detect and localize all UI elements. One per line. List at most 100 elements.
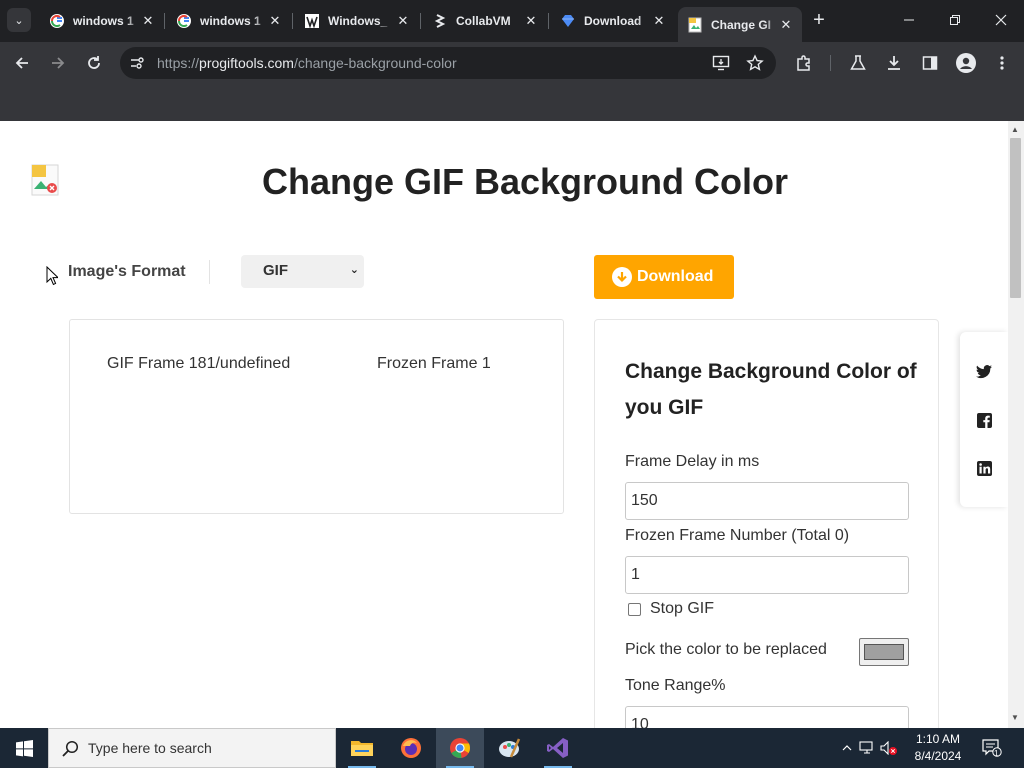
download-button-label: Download xyxy=(637,268,714,285)
download-icon xyxy=(888,56,900,70)
clock-time: 1:10 AM xyxy=(915,732,961,746)
tab-title: CollabVM xyxy=(456,14,511,28)
image-format-label: Image's Format xyxy=(68,263,186,280)
taskbar-file-explorer[interactable] xyxy=(338,728,386,768)
color-picker[interactable] xyxy=(859,638,909,666)
divider xyxy=(209,260,210,284)
gif-preview-box: GIF Frame 181/undefined Frozen Frame 1 xyxy=(69,319,564,514)
back-button[interactable] xyxy=(10,51,34,75)
panel-heading: Change Background Color of you GIF xyxy=(625,360,917,419)
network-icon[interactable] xyxy=(856,741,878,755)
tone-range-value: 10 xyxy=(631,716,649,728)
browser-tab-active[interactable]: Change GI ✕ xyxy=(678,7,802,42)
frame-delay-input[interactable]: 150 xyxy=(625,482,909,520)
download-button[interactable]: Download xyxy=(594,255,734,299)
taskbar-search-placeholder: Type here to search xyxy=(88,740,212,756)
linkedin-icon[interactable] xyxy=(976,460,992,476)
avatar-icon xyxy=(956,53,976,73)
new-tab-button[interactable]: + xyxy=(808,9,830,31)
extensions-button[interactable] xyxy=(792,51,816,75)
close-icon[interactable]: ✕ xyxy=(395,13,411,29)
site-info-icon[interactable] xyxy=(129,55,145,76)
twitter-icon[interactable] xyxy=(976,364,992,380)
image-format-select[interactable]: GIF ⌄ xyxy=(241,255,364,288)
stop-gif-row[interactable]: Stop GIF xyxy=(628,600,714,618)
windows-logo-icon xyxy=(304,13,320,29)
browser-tab[interactable]: windows 1 ✕ xyxy=(167,7,291,35)
paint-icon xyxy=(499,738,521,758)
tab-title: Change GI xyxy=(711,17,772,32)
kebab-menu-icon xyxy=(1000,56,1004,70)
minimize-button[interactable] xyxy=(886,0,932,40)
taskbar-paint[interactable] xyxy=(485,728,533,768)
bookmark-star-icon[interactable] xyxy=(746,54,764,77)
action-center-button[interactable]: 1 xyxy=(978,728,1006,768)
visual-studio-icon xyxy=(547,738,568,758)
browser-tab[interactable]: Download ✕ xyxy=(551,7,675,35)
reload-button[interactable] xyxy=(82,51,106,75)
bookmarks-bar xyxy=(0,84,1024,121)
tab-separator xyxy=(292,13,293,29)
social-share-bar xyxy=(960,332,1008,507)
close-icon[interactable]: ✕ xyxy=(267,13,283,29)
taskbar-chrome[interactable] xyxy=(436,728,484,768)
tab-title: Windows_ xyxy=(328,14,388,28)
restore-button[interactable] xyxy=(932,0,978,40)
labs-button[interactable] xyxy=(846,51,870,75)
notifications-icon xyxy=(982,739,1002,757)
frozen-frame-number-input[interactable]: 1 xyxy=(625,556,909,594)
progiftools-icon xyxy=(687,17,703,33)
pick-color-label: Pick the color to be replaced xyxy=(625,641,827,658)
close-window-button[interactable] xyxy=(978,0,1024,40)
close-icon xyxy=(995,14,1007,26)
frame-delay-value: 150 xyxy=(631,492,658,509)
url-text: https://progiftools.com/change-backgroun… xyxy=(157,55,457,71)
address-bar[interactable]: https://progiftools.com/change-backgroun… xyxy=(120,47,776,79)
downloads-button[interactable] xyxy=(882,51,906,75)
facebook-icon[interactable] xyxy=(976,412,992,428)
taskbar-clock[interactable]: 1:10 AM 8/4/2024 xyxy=(908,731,968,765)
stop-gif-checkbox[interactable] xyxy=(628,602,641,616)
volume-muted-icon[interactable] xyxy=(878,741,900,755)
tone-range-input[interactable]: 10 xyxy=(625,706,909,728)
tab-search-button[interactable]: ⌄ xyxy=(7,8,31,32)
page-title: Change GIF Background Color xyxy=(261,161,789,202)
tab-separator xyxy=(548,13,549,29)
browser-tab[interactable]: CollabVM ✕ xyxy=(423,7,547,35)
browser-tab[interactable]: windows 1 ✕ xyxy=(40,7,164,35)
scroll-up-arrow-icon[interactable]: ▲ xyxy=(1011,125,1019,134)
profile-button[interactable] xyxy=(954,51,978,75)
close-icon[interactable]: ✕ xyxy=(651,13,667,29)
page-scrollbar[interactable]: ▲ ▼ xyxy=(1008,121,1024,728)
frame-delay-label: Frame Delay in ms xyxy=(625,453,760,470)
gif-frame-counter: GIF Frame 181/undefined xyxy=(107,355,291,372)
clock-date: 8/4/2024 xyxy=(914,749,962,763)
windows-taskbar: Type here to search 1:10 AM 8/4/2024 1 xyxy=(0,728,1024,768)
forward-button[interactable] xyxy=(46,51,70,75)
reload-icon xyxy=(88,56,100,69)
taskbar-search-box[interactable]: Type here to search xyxy=(48,728,336,768)
scrollbar-thumb[interactable] xyxy=(1010,138,1021,298)
side-panel-button[interactable] xyxy=(918,51,942,75)
chrome-menu-button[interactable] xyxy=(990,51,1014,75)
stop-gif-label: Stop GIF xyxy=(650,600,715,617)
minimize-icon xyxy=(904,19,914,21)
browser-tab-strip: ⌄ windows 1 ✕ windows 1 ✕ Windows_ ✕ Col… xyxy=(0,0,1024,42)
close-icon[interactable]: ✕ xyxy=(778,17,794,33)
search-icon xyxy=(61,739,79,757)
start-button[interactable] xyxy=(0,728,48,768)
tab-title: windows 1 xyxy=(200,14,261,28)
chevron-up-icon[interactable] xyxy=(838,745,856,751)
browser-tab[interactable]: Windows_ ✕ xyxy=(295,7,419,35)
notification-count: 1 xyxy=(994,749,999,758)
windows-start-icon xyxy=(15,739,33,757)
url-scheme: https:// xyxy=(157,55,200,71)
firefox-icon xyxy=(401,738,421,758)
taskbar-visual-studio[interactable] xyxy=(534,728,582,768)
page-content: Change GIF Background Color Image's Form… xyxy=(0,121,1008,728)
close-icon[interactable]: ✕ xyxy=(140,13,156,29)
install-app-icon[interactable] xyxy=(712,54,730,77)
taskbar-firefox[interactable] xyxy=(387,728,435,768)
close-icon[interactable]: ✕ xyxy=(523,13,539,29)
scroll-down-arrow-icon[interactable]: ▼ xyxy=(1011,713,1019,722)
